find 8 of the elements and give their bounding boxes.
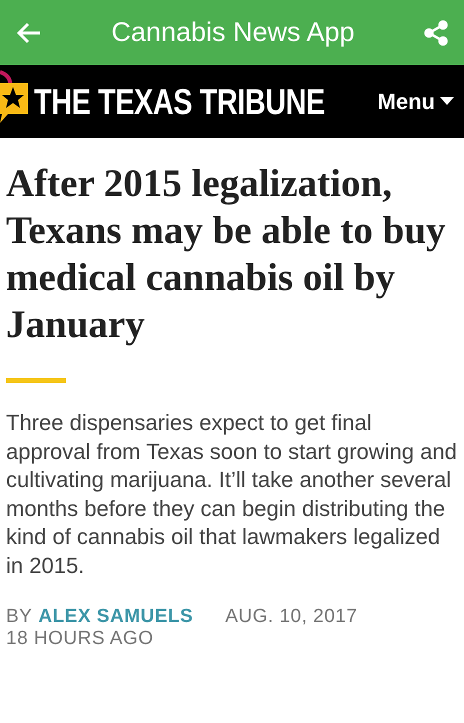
publish-date: AUG. 10, 2017 xyxy=(225,606,358,628)
article-headline: After 2015 legalization, Texans may be able to buy medical cannabis oil by January xyxy=(6,161,447,348)
site-logo-text[interactable]: THE TEXAS TRIBUNE xyxy=(34,80,325,122)
byline-prefix: BY xyxy=(6,606,32,628)
article-summary: Three dispensaries expect to get final approval from Texas soon to start growing and cultivating marijuana. It’ll take another several months before they can begin distributing the kind of cannabis oil that lawmakers legalized in 2015. xyxy=(6,409,458,580)
app-title: Cannabis News App xyxy=(111,17,355,48)
relative-time: 18 HOURS AGO xyxy=(6,628,154,650)
menu-button[interactable]: Menu xyxy=(378,88,454,114)
